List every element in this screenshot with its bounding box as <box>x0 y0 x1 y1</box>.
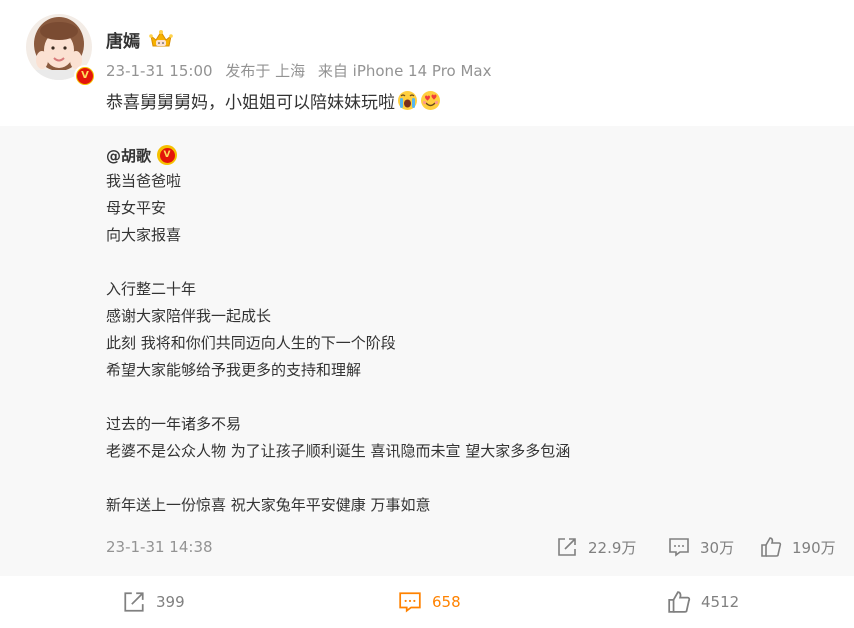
heart-eyes-emoji-icon <box>421 91 440 110</box>
post-time[interactable]: 23-1-31 15:00 <box>106 62 213 80</box>
crying-emoji-icon <box>398 91 417 110</box>
vip-crown-icon[interactable] <box>148 28 174 50</box>
like-button[interactable]: 4512 <box>667 590 739 614</box>
post-location: 发布于 上海 <box>225 62 306 80</box>
action-bar: 399 658 4512 <box>0 576 854 628</box>
post-text-row: 恭喜舅舅舅妈，小姐姐可以陪妹妹玩啦 <box>106 88 441 113</box>
like-icon <box>668 591 691 613</box>
repost-count: 399 <box>156 593 185 611</box>
repost-share-count: 22.9万 <box>588 538 637 557</box>
post-meta: 23-1-31 15:00 发布于 上海 来自 iPhone 14 Pro Ma… <box>106 60 500 81</box>
like-count: 4512 <box>701 593 740 611</box>
post-header: V 唐嫣 23-1-31 15:00 发布于 上海 来自 iPhone 14 P… <box>0 0 854 126</box>
comment-icon <box>669 538 689 557</box>
share-icon <box>124 592 144 612</box>
like-icon <box>761 537 782 557</box>
repost-author[interactable]: @胡歌 <box>106 145 151 166</box>
repost-verified-icon: V <box>157 145 178 165</box>
username[interactable]: 唐嫣 <box>106 27 140 52</box>
comment-count: 658 <box>432 593 461 611</box>
repost-line: 老婆不是公众人物 为了让孩子顺利诞生 喜讯隐而未宣 望大家多多包涵 <box>106 442 571 460</box>
repost-line: 我当爸爸啦 <box>106 172 182 190</box>
repost-line: 向大家报喜 <box>106 226 182 244</box>
post-text: 恭喜舅舅舅妈，小姐姐可以陪妹妹玩啦 <box>106 93 395 113</box>
repost-share-stat[interactable]: 22.9万 <box>556 536 636 558</box>
repost-line: 入行整二十年 <box>106 280 197 298</box>
share-icon <box>558 538 576 556</box>
repost-card[interactable]: @胡歌 V 我当爸爸啦 母女平安 向大家报喜 入行整二十年 感谢大家陪伴我一起成… <box>0 126 854 576</box>
repost-time[interactable]: 23-1-31 14:38 <box>106 536 213 558</box>
repost-line: 希望大家能够给予我更多的支持和理解 <box>106 361 362 379</box>
repost-like-count: 190万 <box>792 538 836 557</box>
repost-footer: 23-1-31 14:38 22.9万 30万 190万 <box>0 536 854 560</box>
avatar-container[interactable]: V <box>26 14 96 87</box>
repost-like-stat[interactable]: 190万 <box>760 536 836 558</box>
repost-line: 新年送上一份惊喜 祝大家兔年平安健康 万事如意 <box>106 496 431 514</box>
repost-button[interactable]: 399 <box>122 590 185 614</box>
comment-button[interactable]: 658 <box>398 590 461 614</box>
repost-line: 过去的一年诸多不易 <box>106 415 242 433</box>
comment-icon <box>399 592 421 613</box>
post-source: 来自 iPhone 14 Pro Max <box>317 62 492 80</box>
repost-line: 感谢大家陪伴我一起成长 <box>106 307 272 325</box>
verified-badge-icon: V <box>74 65 96 87</box>
repost-comment-count: 30万 <box>700 538 735 557</box>
repost-line: 此刻 我将和你们共同迈向人生的下一个阶段 <box>106 334 396 352</box>
repost-line: 母女平安 <box>106 199 167 217</box>
repost-comment-stat[interactable]: 30万 <box>668 536 734 558</box>
